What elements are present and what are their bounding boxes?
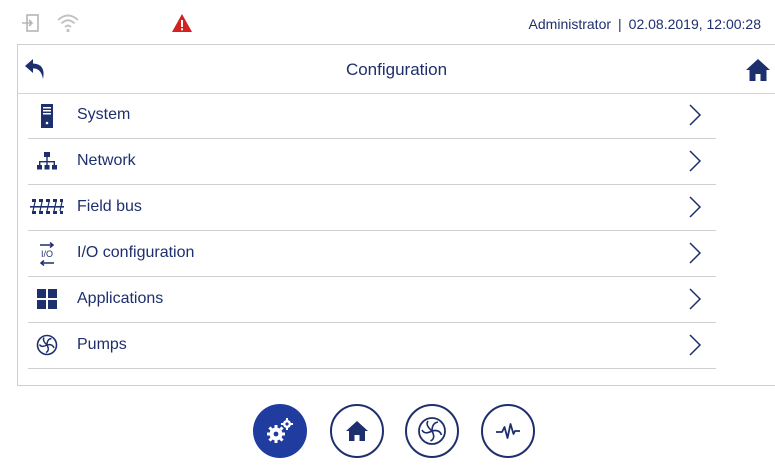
settings-gears-icon: [267, 418, 293, 443]
warning-icon[interactable]: [171, 12, 193, 34]
field-bus-icon: [30, 196, 64, 218]
menu-item-label: Network: [77, 152, 136, 169]
menu-item-label: Field bus: [77, 198, 142, 215]
home-icon: [346, 421, 368, 441]
menu-item-system[interactable]: System: [28, 93, 716, 139]
server-icon: [36, 104, 58, 128]
applications-icon: [36, 288, 58, 310]
pump-icon: [418, 417, 446, 445]
svg-text:I/O: I/O: [41, 249, 53, 259]
status-info: Administrator | 02.08.2019, 12:00:28: [529, 16, 761, 32]
date-time: 02.08.2019, 12:00:28: [628, 16, 761, 32]
menu-item-network[interactable]: Network: [28, 139, 716, 185]
app-window: Administrator | 02.08.2019, 12:00:28 Confi…: [0, 0, 775, 468]
chevron-right-icon: [688, 241, 702, 265]
nav-settings-button[interactable]: [253, 404, 307, 458]
status-bar: Administrator | 02.08.2019, 12:00:28: [0, 0, 775, 44]
page-title: Configuration: [345, 60, 448, 79]
status-separator: |: [618, 16, 622, 32]
network-icon: [36, 150, 58, 172]
panel-header: Configuration: [18, 45, 775, 94]
pulse-icon: [496, 423, 520, 439]
menu-item-label: System: [77, 106, 131, 123]
chevron-right-icon: [688, 149, 702, 173]
chevron-right-icon: [688, 333, 702, 357]
wifi-icon[interactable]: [56, 12, 79, 34]
configuration-panel: Configuration System Network Field bus I…: [17, 44, 775, 386]
pump-icon: [36, 334, 58, 356]
menu-item-label: Pumps: [77, 336, 127, 353]
chevron-right-icon: [688, 103, 702, 127]
menu-item-io-configuration[interactable]: I/O I/O configuration: [28, 231, 716, 277]
login-icon[interactable]: [20, 12, 42, 34]
menu-item-field-bus[interactable]: Field bus: [28, 185, 716, 231]
menu-item-pumps[interactable]: Pumps: [28, 323, 716, 369]
home-icon[interactable]: [745, 57, 771, 83]
menu-item-label: I/O configuration: [77, 244, 195, 261]
current-user[interactable]: Administrator: [529, 16, 611, 32]
menu-item-applications[interactable]: Applications: [28, 277, 716, 323]
chevron-right-icon: [688, 195, 702, 219]
chevron-right-icon: [688, 287, 702, 311]
configuration-menu: System Network Field bus I/O I/O configu…: [28, 93, 716, 369]
nav-pumps-button[interactable]: [405, 404, 459, 458]
io-config-icon: I/O: [36, 241, 58, 267]
nav-monitoring-button[interactable]: [481, 404, 535, 458]
bottom-navigation: [0, 398, 775, 464]
nav-home-button[interactable]: [330, 404, 384, 458]
menu-item-label: Applications: [77, 290, 164, 307]
